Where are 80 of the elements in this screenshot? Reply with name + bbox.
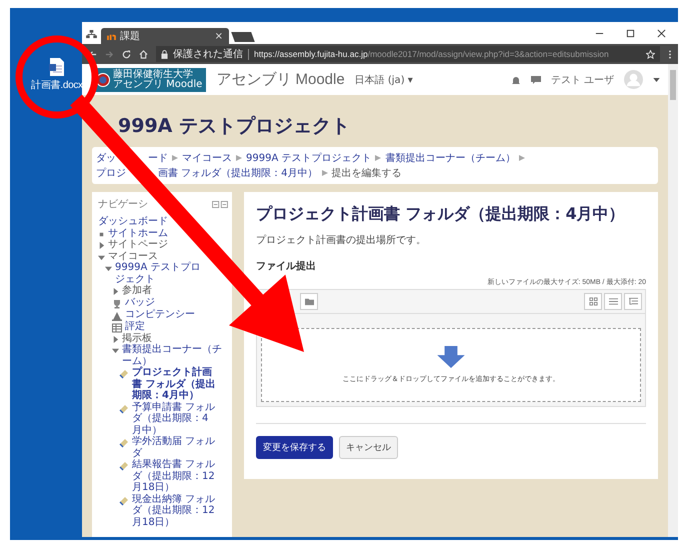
block-controls-icon[interactable]: [212, 200, 228, 208]
address-bar[interactable]: 保護された通信 https://assembly.fujita-hu.ac.jp/moodle2017/mod/assign/view.php?id=3&action=editsubmission: [156, 46, 660, 62]
logo-text: アセンブリ Moodle: [113, 80, 202, 90]
list-view-button[interactable]: [604, 293, 622, 310]
nav-link[interactable]: コンピテンシー: [125, 308, 195, 320]
expand-triangle-icon[interactable]: [98, 242, 105, 249]
chat-icon[interactable]: [530, 74, 541, 84]
nav-link[interactable]: 学外活動届 フォルダ: [132, 436, 216, 459]
description: プロジェクト計画書の提出場所です。: [256, 234, 427, 247]
list-icon: [608, 297, 618, 306]
nav-item[interactable]: サイトページ: [108, 239, 168, 250]
collapse-triangle-icon[interactable]: [98, 254, 105, 260]
nav-link[interactable]: バッジ: [125, 296, 155, 308]
separator-icon: [519, 155, 526, 161]
nav-item[interactable]: 書類提出コーナー（チーム）: [122, 344, 228, 367]
logo-text: 藤田保健衛生大学: [113, 70, 193, 80]
breadcrumb-link[interactable]: ード: [148, 151, 168, 165]
separator-icon: [322, 170, 328, 176]
breadcrumb-link[interactable]: マイコース: [182, 151, 232, 165]
download-arrow-icon: [437, 346, 465, 368]
breadcrumb-current: 提出を編集する: [332, 166, 402, 180]
course-title: 999A テストプロジェクト: [118, 114, 351, 139]
create-folder-button[interactable]: [300, 293, 318, 310]
nav-link[interactable]: プロジェクト計画書 フォルダ（提出期限：4月中）: [132, 367, 216, 402]
cancel-button[interactable]: キャンセル: [339, 436, 398, 459]
nav-link[interactable]: 現金出納簿 フォルダ（提出期限：12月18日）: [132, 494, 216, 528]
maximize-icon[interactable]: [626, 28, 635, 38]
icon-view-button[interactable]: [584, 293, 602, 310]
nav-item[interactable]: 参加者: [122, 285, 152, 296]
close-icon[interactable]: [657, 28, 666, 38]
nav-link[interactable]: 評定: [125, 320, 145, 332]
language-menu[interactable]: 日本語 (ja) ▾: [354, 72, 413, 86]
separator-icon: [236, 155, 242, 161]
block-title: ナビゲーシ: [98, 198, 148, 211]
expand-triangle-icon[interactable]: [112, 288, 119, 295]
tree-list-icon: [628, 297, 638, 306]
nav-item[interactable]: 掲示板: [122, 332, 152, 344]
nav-item[interactable]: 9999A テストプロジェクト: [115, 262, 203, 285]
trophy-icon: [112, 298, 122, 308]
lock-icon: [161, 50, 168, 58]
breadcrumb-link[interactable]: 書類提出コーナー（チーム）: [385, 151, 516, 165]
nav-item[interactable]: マイコース: [108, 250, 158, 262]
separator-icon: [375, 155, 382, 161]
expand-triangle-icon[interactable]: [112, 336, 119, 342]
save-button[interactable]: 変更を保存する: [256, 436, 333, 459]
reload-icon[interactable]: [122, 50, 131, 58]
pyramid-icon: [112, 310, 122, 320]
star-icon[interactable]: [646, 50, 655, 58]
browser-tab[interactable]: 課題 ×: [101, 28, 229, 44]
grid-icon: [588, 297, 598, 306]
scrollbar[interactable]: [668, 64, 678, 537]
file-name[interactable]: 計画書.docx: [31, 78, 83, 92]
table-icon: [112, 322, 122, 332]
network-icon: [86, 30, 97, 39]
caret-icon[interactable]: [653, 78, 660, 82]
folder-icon: [304, 297, 314, 306]
tree-view-button[interactable]: [624, 293, 642, 310]
nav-link[interactable]: ダッシュボード: [98, 216, 168, 228]
new-tab-button[interactable]: [231, 32, 255, 42]
home-icon[interactable]: [139, 50, 148, 58]
assignment-title: プロジェクト計画書 フォルダ（提出期限：4月中）: [256, 204, 626, 225]
user-name[interactable]: テスト ユーザ: [550, 72, 614, 86]
nav-link[interactable]: 予算申請書 フォルダ（提出期限：4月中）: [132, 402, 216, 436]
nav-link[interactable]: 結果報告書 フォルダ（提出期限：12月18日）: [132, 459, 216, 494]
bell-icon[interactable]: [510, 74, 521, 84]
nav-link[interactable]: サイトホーム: [108, 228, 168, 239]
breadcrumb-link[interactable]: プロジ: [96, 166, 126, 180]
menu-icon[interactable]: [668, 50, 672, 58]
field-label: ファイル提出: [256, 260, 317, 273]
breadcrumb-link[interactable]: 画書 フォルダ（提出期限：4月中）: [158, 166, 318, 180]
separator-icon: [172, 155, 178, 161]
word-document-icon[interactable]: [49, 57, 65, 77]
bullet-icon: [98, 230, 105, 238]
site-name[interactable]: アセンブリ Moodle: [216, 70, 345, 89]
close-tab-button[interactable]: ×: [214, 30, 223, 42]
collapse-triangle-icon[interactable]: [112, 347, 119, 354]
breadcrumb-link[interactable]: ダッ: [96, 151, 116, 165]
moodle-favicon-icon: [107, 32, 116, 40]
breadcrumb-link[interactable]: 9999A テストプロジェクト: [246, 151, 372, 165]
collapse-triangle-icon[interactable]: [105, 265, 112, 272]
